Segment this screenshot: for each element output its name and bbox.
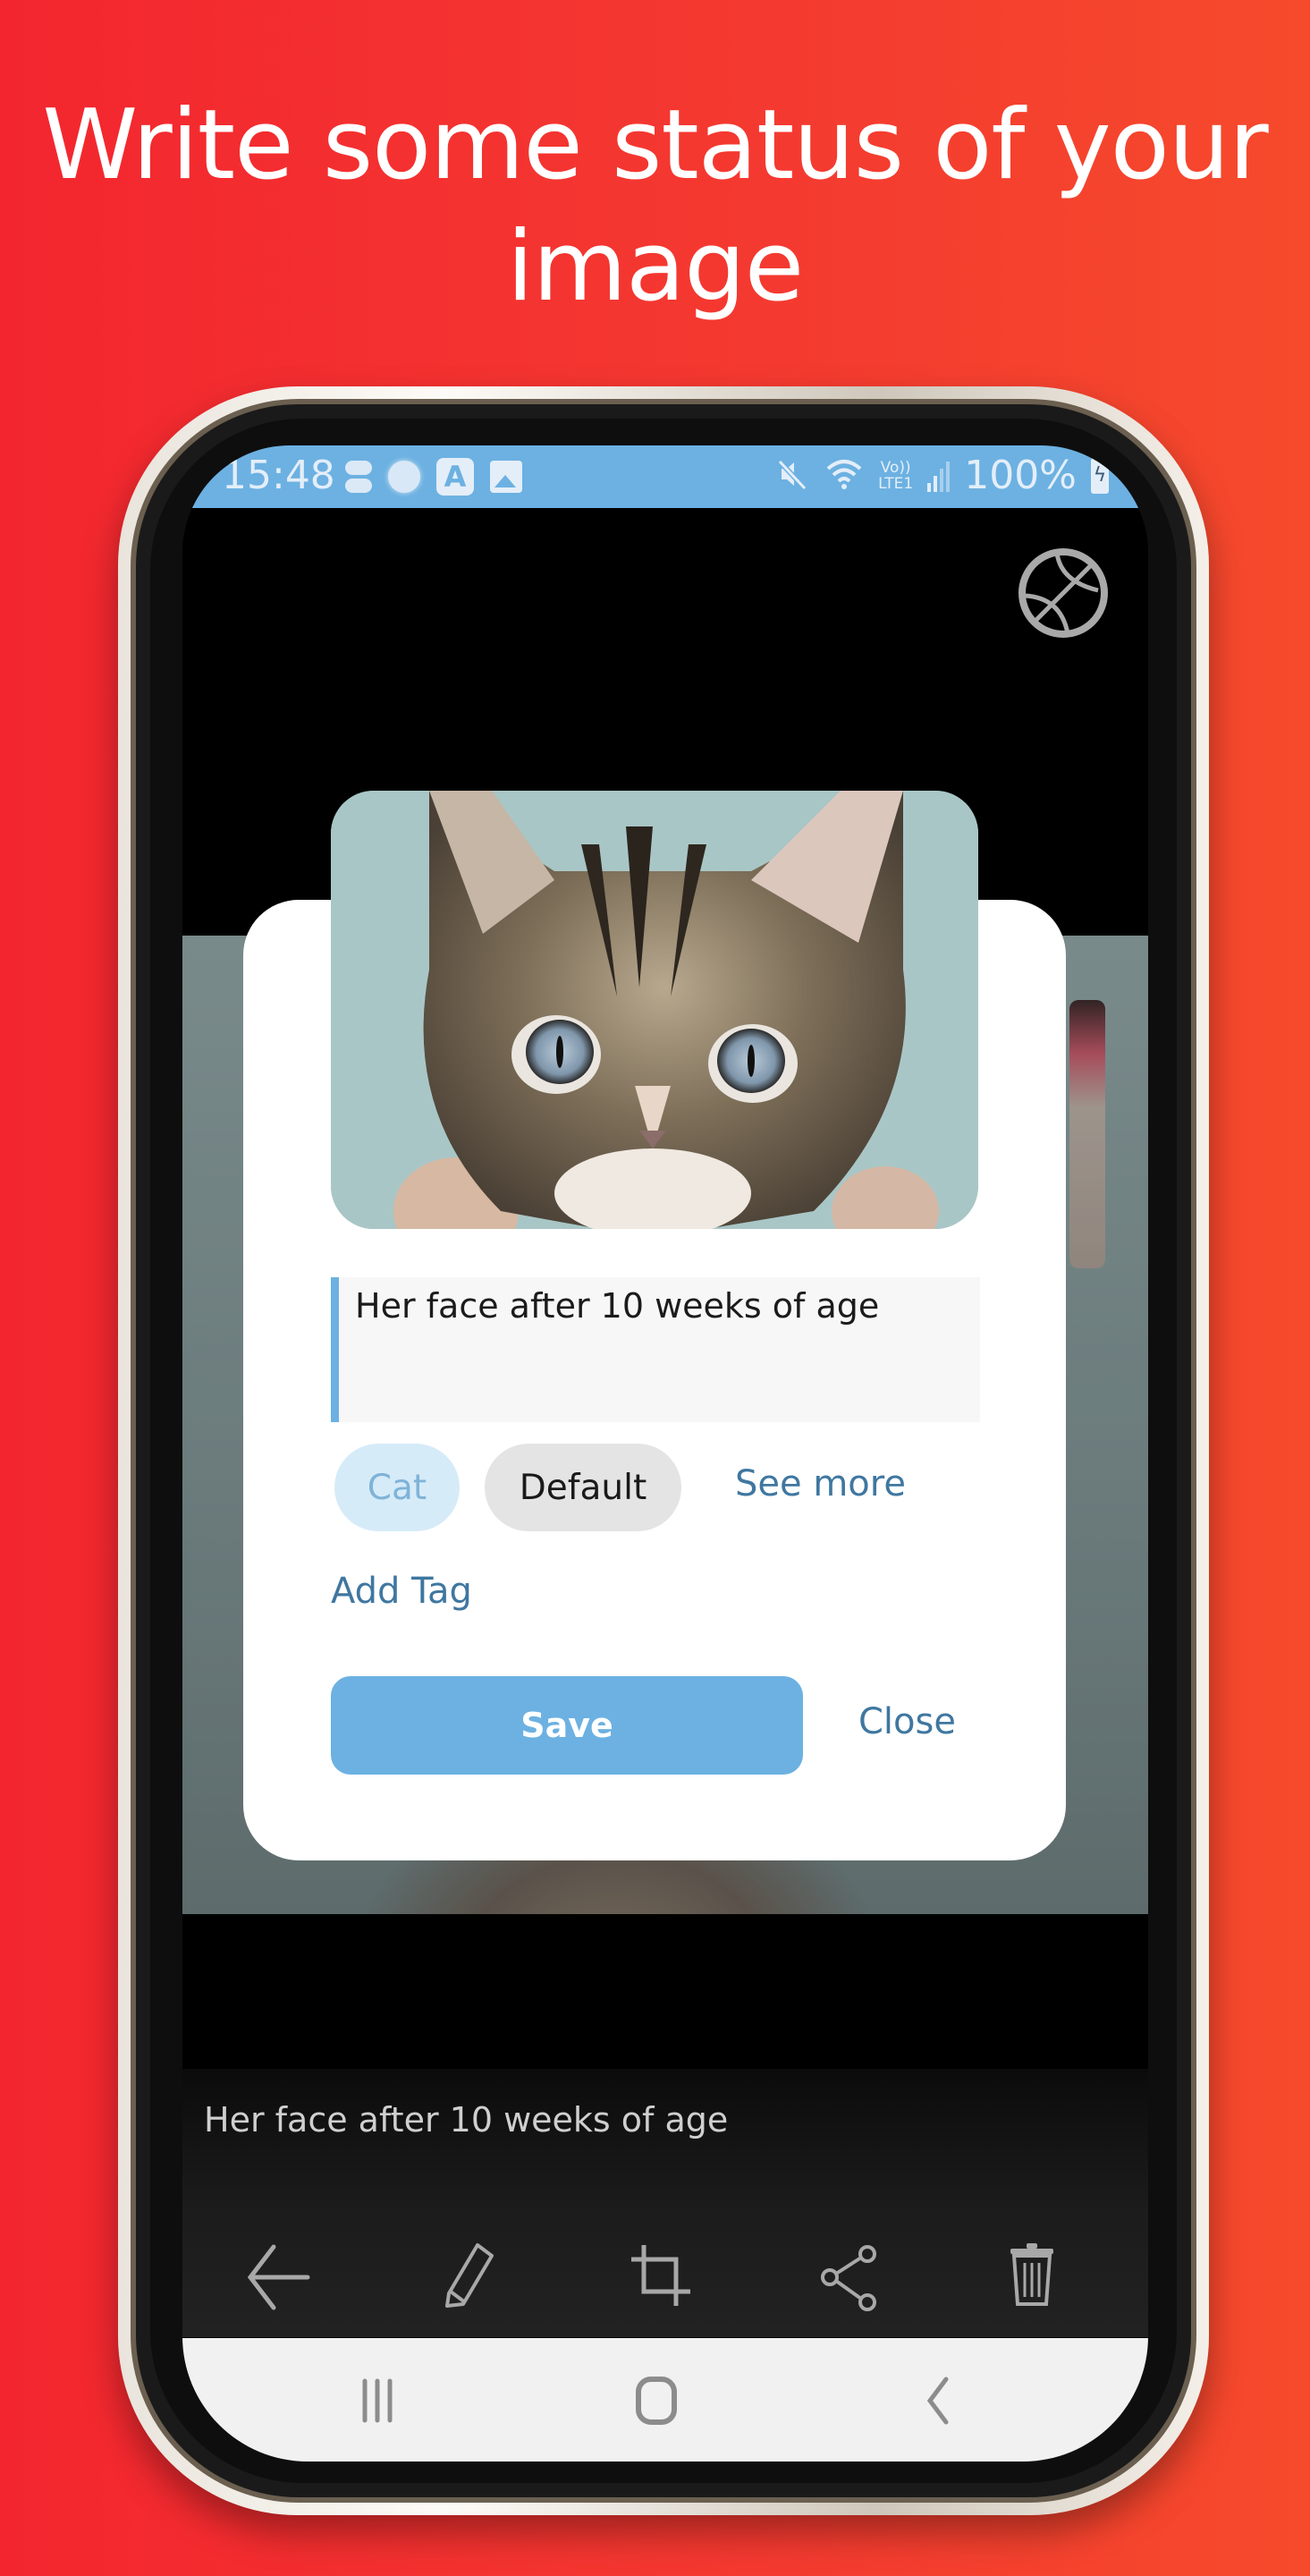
battery-charging-icon: ϟ <box>1091 457 1109 494</box>
dialog-photo <box>331 791 978 1229</box>
volte-lte-icon: Vo)) LTE1 <box>878 458 914 493</box>
recents-icon <box>362 2378 393 2423</box>
gallery-icon <box>490 461 522 493</box>
close-button[interactable]: Close <box>858 1701 956 1742</box>
tag-chip-default[interactable]: Default <box>485 1444 681 1531</box>
system-icons: Vo)) LTE1 100% ϟ <box>774 453 1109 498</box>
tag-chip-cat[interactable]: Cat <box>334 1444 460 1531</box>
caption-input[interactable] <box>331 1277 980 1422</box>
dot-icon <box>388 461 420 493</box>
arrow-left-icon <box>247 2244 310 2310</box>
system-back-button[interactable] <box>901 2374 973 2428</box>
status-time: 15:48 <box>222 453 335 498</box>
signal-icon <box>927 460 951 492</box>
edit-button[interactable] <box>424 2231 513 2320</box>
pencil-icon <box>445 2243 494 2308</box>
share-icon <box>821 2245 876 2311</box>
crop-button[interactable] <box>615 2231 705 2320</box>
back-chevron-icon <box>926 2377 949 2425</box>
crop-icon <box>631 2245 690 2306</box>
trash-icon <box>1010 2243 1053 2306</box>
app-a-icon: A <box>436 458 474 496</box>
headline-line-2: image <box>506 211 804 323</box>
recents-button[interactable] <box>342 2374 413 2428</box>
save-button[interactable]: Save <box>331 1676 803 1775</box>
headline: Write some status of your image <box>0 85 1310 328</box>
home-icon <box>636 2377 677 2425</box>
phone-screen: 15:48 A Vo)) LTE1 100% ϟ Her face after … <box>182 445 1148 2462</box>
notification-icons: A <box>345 458 522 496</box>
battery-percent: 100% <box>964 453 1077 498</box>
status-bar: 15:48 A Vo)) LTE1 100% ϟ <box>182 445 1148 508</box>
share-button[interactable] <box>805 2231 894 2320</box>
toggle-icon <box>345 459 372 495</box>
image-caption: Her face after 10 weeks of age <box>204 2100 729 2140</box>
home-button[interactable] <box>621 2374 692 2428</box>
mute-icon <box>774 456 810 496</box>
system-navigation-bar <box>182 2338 1148 2462</box>
wifi-icon <box>824 456 864 496</box>
delete-button[interactable] <box>987 2231 1077 2320</box>
headline-line-1: Write some status of your <box>42 89 1268 201</box>
back-button[interactable] <box>232 2231 322 2320</box>
image-toolbar <box>182 2231 1148 2329</box>
globe-button[interactable] <box>1016 546 1111 640</box>
globe-icon <box>1018 548 1108 638</box>
kitten-image <box>331 791 978 1229</box>
add-tag-link[interactable]: Add Tag <box>331 1571 472 1612</box>
see-more-link[interactable]: See more <box>735 1463 906 1504</box>
